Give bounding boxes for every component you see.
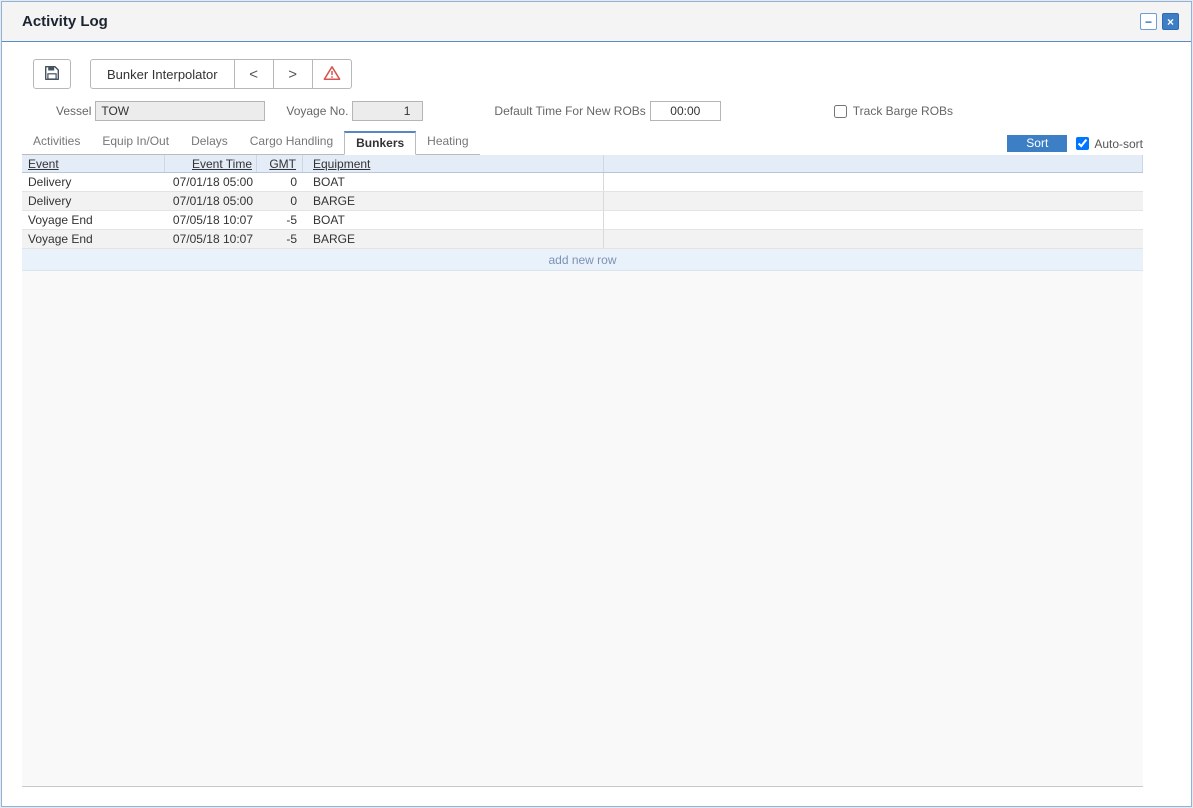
track-barge-label: Track Barge ROBs: [853, 104, 953, 118]
column-header-event[interactable]: Event: [22, 155, 165, 172]
default-time-label: Default Time For New ROBs: [494, 104, 645, 118]
next-button[interactable]: >: [273, 59, 313, 89]
table-row[interactable]: Delivery 07/01/18 05:00 0 BOAT: [22, 173, 1143, 192]
tab-equip-in-out[interactable]: Equip In/Out: [91, 131, 180, 154]
cell-gmt[interactable]: -5: [257, 211, 303, 229]
previous-button[interactable]: <: [234, 59, 274, 89]
toolbar: Bunker Interpolator < >: [33, 59, 1191, 89]
default-time-field[interactable]: [650, 101, 721, 121]
title-bar: Activity Log − ×: [2, 2, 1191, 42]
voyage-no-label: Voyage No.: [286, 104, 348, 118]
sort-button[interactable]: Sort: [1007, 135, 1067, 152]
sort-controls: Sort Auto-sort: [1007, 135, 1143, 155]
minimize-button[interactable]: −: [1140, 13, 1157, 30]
close-button[interactable]: ×: [1162, 13, 1179, 30]
save-icon: [44, 65, 60, 84]
autosort-group: Auto-sort: [1076, 137, 1143, 151]
cell-gmt[interactable]: -5: [257, 230, 303, 248]
minimize-icon: −: [1145, 16, 1152, 28]
table-row[interactable]: Delivery 07/01/18 05:00 0 BARGE: [22, 192, 1143, 211]
cell-event[interactable]: Delivery: [22, 173, 165, 191]
vessel-label: Vessel: [56, 104, 91, 118]
table-row[interactable]: Voyage End 07/05/18 10:07 -5 BOAT: [22, 211, 1143, 230]
column-header-filler: [604, 155, 1143, 172]
warning-icon: [323, 65, 341, 84]
cell-event-time[interactable]: 07/01/18 05:00: [165, 173, 257, 191]
cell-event-time[interactable]: 07/01/18 05:00: [165, 192, 257, 210]
cell-event-time[interactable]: 07/05/18 10:07: [165, 230, 257, 248]
chevron-right-icon: >: [288, 66, 297, 83]
autosort-label: Auto-sort: [1094, 137, 1143, 151]
cell-filler: [604, 192, 1143, 210]
vessel-field[interactable]: [95, 101, 265, 121]
cell-event[interactable]: Delivery: [22, 192, 165, 210]
tab-bunkers[interactable]: Bunkers: [344, 131, 416, 155]
cell-equipment[interactable]: BARGE: [303, 192, 604, 210]
cell-equipment[interactable]: BARGE: [303, 230, 604, 248]
bunker-interpolator-button[interactable]: Bunker Interpolator: [90, 59, 235, 89]
cell-gmt[interactable]: 0: [257, 173, 303, 191]
add-new-row-link[interactable]: add new row: [22, 249, 1143, 271]
cell-gmt[interactable]: 0: [257, 192, 303, 210]
grid-header-row: Event Event Time GMT Equipment: [22, 155, 1143, 173]
tab-bar: Activities Equip In/Out Delays Cargo Han…: [22, 135, 1143, 155]
track-barge-checkbox[interactable]: [834, 105, 847, 118]
cell-event-time[interactable]: 07/05/18 10:07: [165, 211, 257, 229]
track-barge-group: Track Barge ROBs: [834, 104, 953, 118]
column-header-event-time[interactable]: Event Time: [165, 155, 257, 172]
grid-empty-area: [22, 271, 1143, 786]
autosort-checkbox[interactable]: [1076, 137, 1089, 150]
cell-filler: [604, 173, 1143, 191]
table-row[interactable]: Voyage End 07/05/18 10:07 -5 BARGE: [22, 230, 1143, 249]
cell-equipment[interactable]: BOAT: [303, 211, 604, 229]
tab-activities[interactable]: Activities: [22, 131, 91, 154]
column-header-gmt[interactable]: GMT: [257, 155, 303, 172]
warning-button[interactable]: [312, 59, 352, 89]
nav-button-group: Bunker Interpolator < >: [90, 59, 352, 89]
voyage-no-field[interactable]: [352, 101, 423, 121]
header-form: Vessel Voyage No. Default Time For New R…: [2, 100, 1191, 122]
bunkers-grid: Event Event Time GMT Equipment Delivery …: [22, 155, 1143, 787]
tab-heating[interactable]: Heating: [416, 131, 479, 154]
cell-filler: [604, 211, 1143, 229]
tab-cargo-handling[interactable]: Cargo Handling: [239, 131, 344, 154]
tab-delays[interactable]: Delays: [180, 131, 239, 154]
activity-log-window: Activity Log − × Bunker Interpolator: [1, 1, 1192, 807]
chevron-left-icon: <: [249, 66, 258, 83]
window-controls: − ×: [1140, 13, 1179, 30]
cell-event[interactable]: Voyage End: [22, 230, 165, 248]
page-title: Activity Log: [22, 13, 108, 30]
close-icon: ×: [1167, 16, 1174, 28]
cell-event[interactable]: Voyage End: [22, 211, 165, 229]
cell-filler: [604, 230, 1143, 248]
column-header-equipment[interactable]: Equipment: [303, 155, 604, 172]
save-button[interactable]: [33, 59, 71, 89]
tabs: Activities Equip In/Out Delays Cargo Han…: [22, 131, 480, 155]
cell-equipment[interactable]: BOAT: [303, 173, 604, 191]
